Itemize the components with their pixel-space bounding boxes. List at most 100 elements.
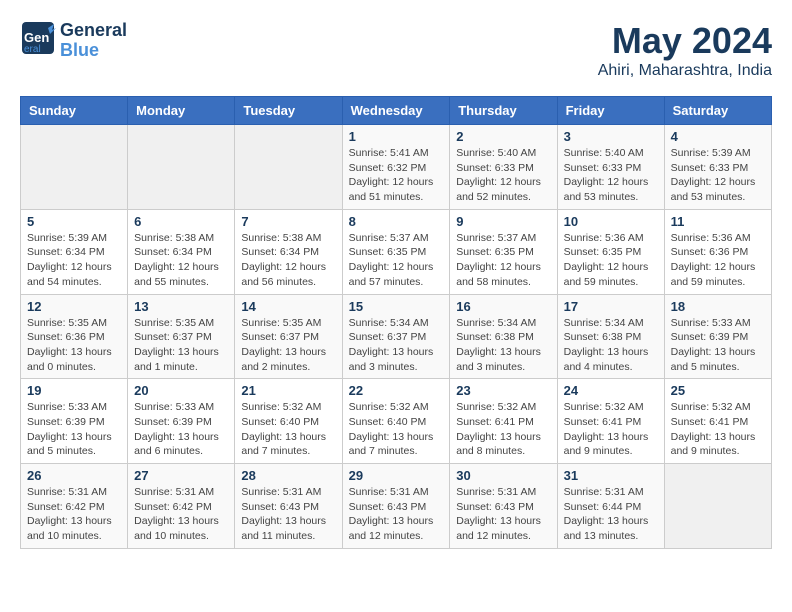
day-number: 16 (456, 299, 550, 314)
calendar-cell: 25Sunrise: 5:32 AMSunset: 6:41 PMDayligh… (664, 379, 771, 464)
day-number: 27 (134, 468, 228, 483)
day-info: Sunrise: 5:31 AMSunset: 6:43 PMDaylight:… (349, 485, 444, 544)
calendar-title: May 2024 (598, 20, 772, 62)
calendar-cell: 30Sunrise: 5:31 AMSunset: 6:43 PMDayligh… (450, 464, 557, 549)
day-number: 31 (564, 468, 658, 483)
day-number: 8 (349, 214, 444, 229)
calendar-cell: 13 Sunrise: 5:35 AMSunset: 6:37 PMDayligh… (128, 294, 235, 379)
weekday-header: Wednesday (342, 97, 450, 125)
day-number: 17 (564, 299, 658, 314)
calendar-week-row: 5 Sunrise: 5:39 AMSunset: 6:34 PMDaylight… (21, 209, 772, 294)
day-info: Sunrise: 5:31 AMSunset: 6:43 PMDaylight:… (241, 485, 335, 544)
day-info: Sunrise: 5:34 AMSunset: 6:37 PMDaylight:… (349, 316, 444, 375)
weekday-header: Monday (128, 97, 235, 125)
calendar-cell: 23Sunrise: 5:32 AMSunset: 6:41 PMDayligh… (450, 379, 557, 464)
calendar-cell: 20 Sunrise: 5:33 AMSunset: 6:39 PMDayligh… (128, 379, 235, 464)
calendar-week-row: 1 Sunrise: 5:41 AMSunset: 6:32 PMDaylight… (21, 125, 772, 210)
day-info: Sunrise: 5:32 AMSunset: 6:40 PMDaylight:… (349, 400, 444, 459)
day-number: 11 (671, 214, 765, 229)
calendar-cell: 2 Sunrise: 5:40 AMSunset: 6:33 PMDaylight… (450, 125, 557, 210)
day-info: Sunrise: 5:37 AMSunset: 6:35 PMDaylight:… (349, 231, 444, 290)
day-number: 3 (564, 129, 658, 144)
day-info: Sunrise: 5:40 AMSunset: 6:33 PMDaylight:… (456, 146, 550, 205)
day-info: Sunrise: 5:35 AMSunset: 6:36 PMDaylight:… (27, 316, 121, 375)
day-info: Sunrise: 5:38 AMSunset: 6:34 PMDaylight:… (134, 231, 228, 290)
day-info: Sunrise: 5:33 AMSunset: 6:39 PMDaylight:… (671, 316, 765, 375)
calendar-cell: 17Sunrise: 5:34 AMSunset: 6:38 PMDayligh… (557, 294, 664, 379)
day-info: Sunrise: 5:35 AMSunset: 6:37 PMDaylight:… (241, 316, 335, 375)
day-info: Sunrise: 5:36 AMSunset: 6:35 PMDaylight:… (564, 231, 658, 290)
day-number: 6 (134, 214, 228, 229)
day-number: 28 (241, 468, 335, 483)
day-number: 19 (27, 383, 121, 398)
day-info: Sunrise: 5:38 AMSunset: 6:34 PMDaylight:… (241, 231, 335, 290)
calendar-cell: 19 Sunrise: 5:33 AMSunset: 6:39 PMDayligh… (21, 379, 128, 464)
weekday-header-row: SundayMondayTuesdayWednesdayThursdayFrid… (21, 97, 772, 125)
calendar-cell (128, 125, 235, 210)
calendar-cell (235, 125, 342, 210)
day-info: Sunrise: 5:37 AMSunset: 6:35 PMDaylight:… (456, 231, 550, 290)
calendar-week-row: 12Sunrise: 5:35 AMSunset: 6:36 PMDayligh… (21, 294, 772, 379)
day-number: 22 (349, 383, 444, 398)
weekday-header: Friday (557, 97, 664, 125)
calendar-cell: 29Sunrise: 5:31 AMSunset: 6:43 PMDayligh… (342, 464, 450, 549)
day-number: 24 (564, 383, 658, 398)
day-number: 21 (241, 383, 335, 398)
day-info: Sunrise: 5:39 AMSunset: 6:34 PMDaylight:… (27, 231, 121, 290)
day-number: 20 (134, 383, 228, 398)
calendar-cell: 26 Sunrise: 5:31 AMSunset: 6:42 PMDayligh… (21, 464, 128, 549)
calendar-week-row: 19 Sunrise: 5:33 AMSunset: 6:39 PMDayligh… (21, 379, 772, 464)
day-number: 5 (27, 214, 121, 229)
calendar-cell: 21 Sunrise: 5:32 AMSunset: 6:40 PMDayligh… (235, 379, 342, 464)
day-info: Sunrise: 5:32 AMSunset: 6:41 PMDaylight:… (564, 400, 658, 459)
calendar-cell: 22 Sunrise: 5:32 AMSunset: 6:40 PMDayligh… (342, 379, 450, 464)
day-info: Sunrise: 5:39 AMSunset: 6:33 PMDaylight:… (671, 146, 765, 205)
day-number: 4 (671, 129, 765, 144)
title-block: May 2024 Ahiri, Maharashtra, India (598, 20, 772, 80)
day-info: Sunrise: 5:40 AMSunset: 6:33 PMDaylight:… (564, 146, 658, 205)
calendar-cell: 16Sunrise: 5:34 AMSunset: 6:38 PMDayligh… (450, 294, 557, 379)
day-number: 14 (241, 299, 335, 314)
day-info: Sunrise: 5:33 AMSunset: 6:39 PMDaylight:… (27, 400, 121, 459)
day-number: 15 (349, 299, 444, 314)
calendar-cell: 24 Sunrise: 5:32 AMSunset: 6:41 PMDayligh… (557, 379, 664, 464)
day-number: 18 (671, 299, 765, 314)
calendar-cell: 5 Sunrise: 5:39 AMSunset: 6:34 PMDaylight… (21, 209, 128, 294)
calendar-cell: 11 Sunrise: 5:36 AMSunset: 6:36 PMDayligh… (664, 209, 771, 294)
day-info: Sunrise: 5:31 AMSunset: 6:44 PMDaylight:… (564, 485, 658, 544)
day-info: Sunrise: 5:31 AMSunset: 6:42 PMDaylight:… (134, 485, 228, 544)
day-number: 1 (349, 129, 444, 144)
logo-icon: Gen eral (20, 20, 56, 61)
day-number: 9 (456, 214, 550, 229)
calendar-cell: 18 Sunrise: 5:33 AMSunset: 6:39 PMDayligh… (664, 294, 771, 379)
weekday-header: Thursday (450, 97, 557, 125)
logo: Gen eral General Blue (20, 20, 127, 61)
day-info: Sunrise: 5:35 AMSunset: 6:37 PMDaylight:… (134, 316, 228, 375)
calendar-cell: 3 Sunrise: 5:40 AMSunset: 6:33 PMDaylight… (557, 125, 664, 210)
svg-text:Gen: Gen (24, 30, 49, 45)
calendar-cell: 9 Sunrise: 5:37 AMSunset: 6:35 PMDaylight… (450, 209, 557, 294)
calendar-cell: 27 Sunrise: 5:31 AMSunset: 6:42 PMDayligh… (128, 464, 235, 549)
day-number: 13 (134, 299, 228, 314)
day-number: 26 (27, 468, 121, 483)
calendar-week-row: 26 Sunrise: 5:31 AMSunset: 6:42 PMDayligh… (21, 464, 772, 549)
calendar-cell: 12Sunrise: 5:35 AMSunset: 6:36 PMDayligh… (21, 294, 128, 379)
day-info: Sunrise: 5:31 AMSunset: 6:42 PMDaylight:… (27, 485, 121, 544)
calendar-cell: 4 Sunrise: 5:39 AMSunset: 6:33 PMDaylight… (664, 125, 771, 210)
calendar-table: SundayMondayTuesdayWednesdayThursdayFrid… (20, 96, 772, 549)
weekday-header: Sunday (21, 97, 128, 125)
day-info: Sunrise: 5:31 AMSunset: 6:43 PMDaylight:… (456, 485, 550, 544)
calendar-cell: 14 Sunrise: 5:35 AMSunset: 6:37 PMDayligh… (235, 294, 342, 379)
day-number: 2 (456, 129, 550, 144)
day-info: Sunrise: 5:32 AMSunset: 6:40 PMDaylight:… (241, 400, 335, 459)
day-info: Sunrise: 5:33 AMSunset: 6:39 PMDaylight:… (134, 400, 228, 459)
day-info: Sunrise: 5:36 AMSunset: 6:36 PMDaylight:… (671, 231, 765, 290)
logo-blue: Blue (60, 41, 127, 61)
page-header: Gen eral General Blue May 2024 Ahiri, Ma… (20, 20, 772, 80)
calendar-subtitle: Ahiri, Maharashtra, India (598, 62, 772, 80)
day-number: 7 (241, 214, 335, 229)
weekday-header: Tuesday (235, 97, 342, 125)
calendar-cell (664, 464, 771, 549)
weekday-header: Saturday (664, 97, 771, 125)
day-info: Sunrise: 5:41 AMSunset: 6:32 PMDaylight:… (349, 146, 444, 205)
